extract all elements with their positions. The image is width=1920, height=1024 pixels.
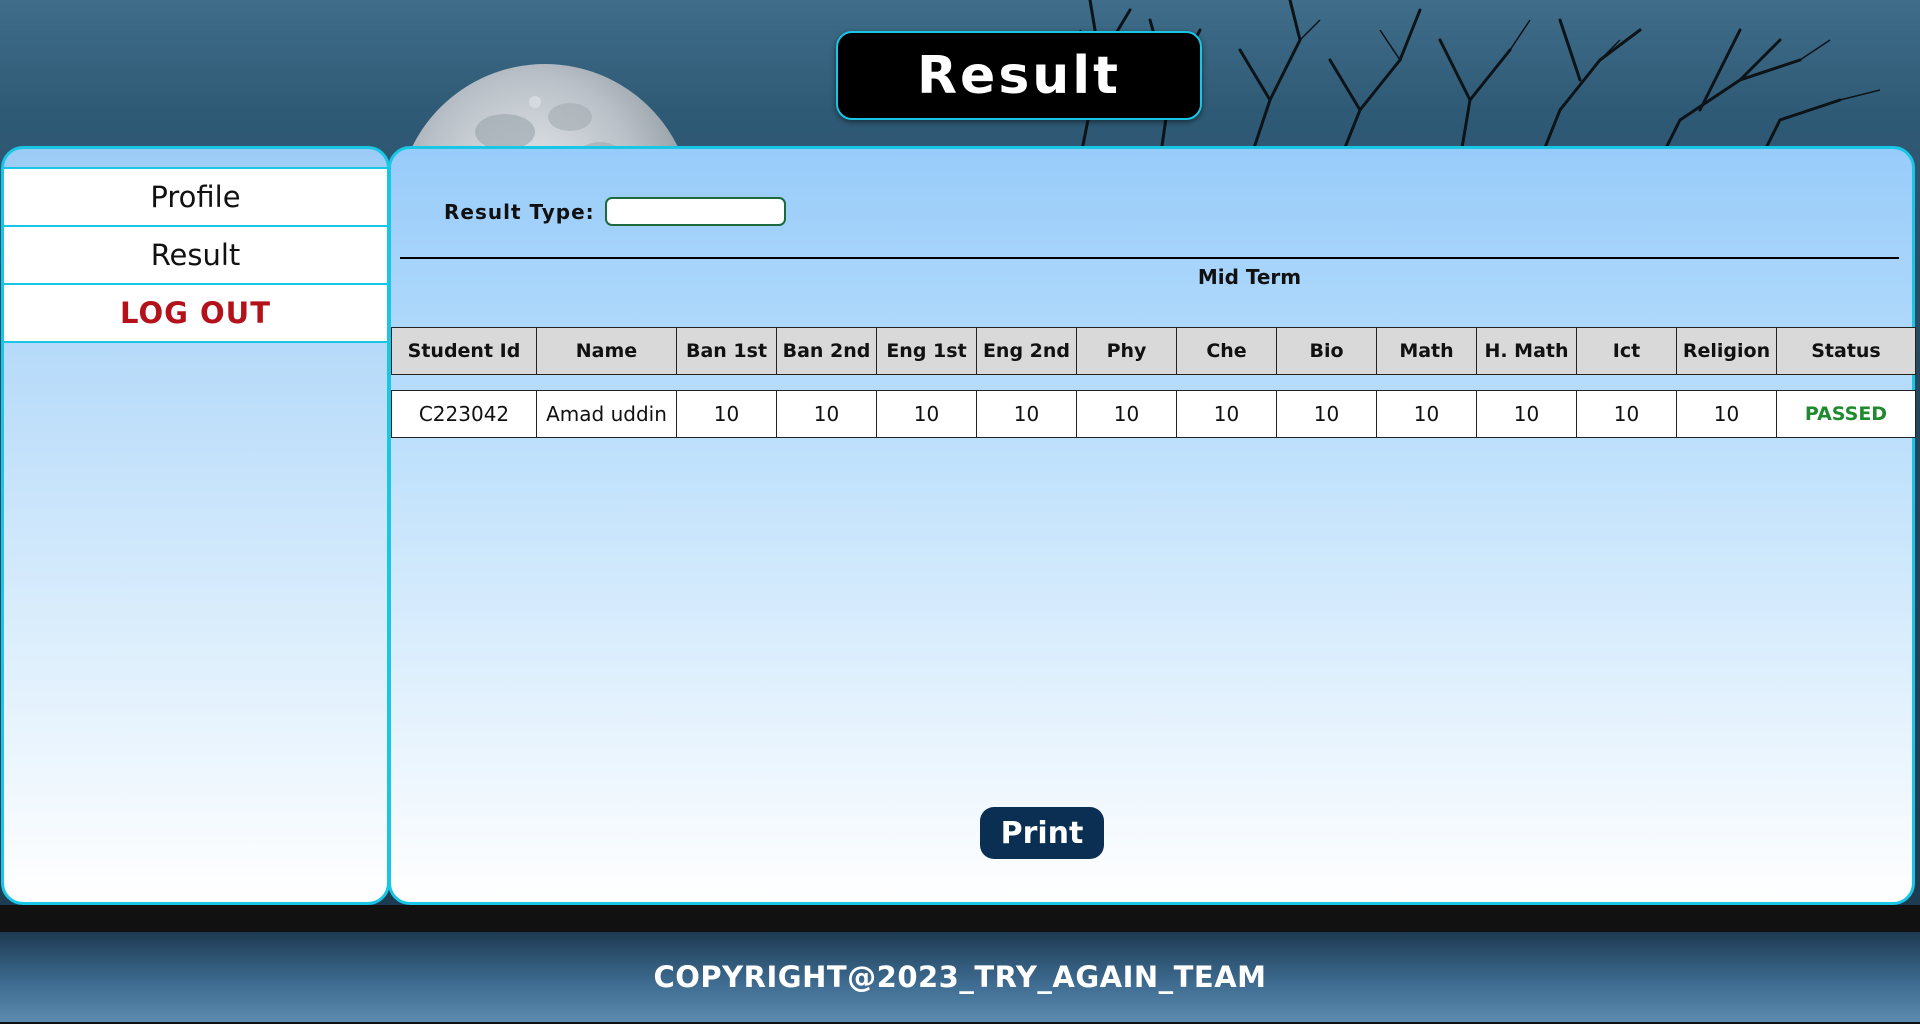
cell-ict: 10: [1576, 390, 1677, 438]
result-table-header: Student Id Name Ban 1st Ban 2nd Eng 1st …: [391, 327, 1916, 375]
section-title: Mid Term: [1197, 265, 1302, 289]
result-type-input[interactable]: [604, 197, 786, 226]
page-title: Result: [917, 45, 1121, 106]
column-header-student-id: Student Id: [391, 327, 537, 375]
column-header-name: Name: [536, 327, 677, 375]
print-button[interactable]: Print: [980, 807, 1104, 859]
column-header-h-math: H. Math: [1476, 327, 1577, 375]
cell-phy: 10: [1076, 390, 1177, 438]
cell-math: 10: [1376, 390, 1477, 438]
cell-bio: 10: [1276, 390, 1377, 438]
sidebar-item-logout[interactable]: LOG OUT: [4, 283, 387, 343]
column-header-eng-1st: Eng 1st: [876, 327, 977, 375]
header-row: Student Id Name Ban 1st Ban 2nd Eng 1st …: [391, 327, 1916, 375]
column-header-math: Math: [1376, 327, 1477, 375]
dark-band: [0, 905, 1920, 933]
column-header-ban-2nd: Ban 2nd: [776, 327, 877, 375]
cell-h-math: 10: [1476, 390, 1577, 438]
sidebar-item-result[interactable]: Result: [4, 225, 387, 283]
column-header-religion: Religion: [1676, 327, 1777, 375]
result-type-label: Result Type:: [444, 199, 595, 224]
cell-eng-2nd: 10: [976, 390, 1077, 438]
column-header-status: Status: [1776, 327, 1916, 375]
divider: [400, 257, 1899, 259]
cell-ban-1st: 10: [676, 390, 777, 438]
copyright-text: COPYRIGHT@2023_TRY_AGAIN_TEAM: [653, 960, 1267, 994]
column-header-phy: Phy: [1076, 327, 1177, 375]
result-type-field: Result Type:: [444, 197, 786, 226]
table-row: C223042 Amad uddin 10 10 10 10 10 10 10 …: [391, 390, 1916, 438]
page: Result Profile Result LOG OUT Result Typ…: [0, 0, 1920, 1024]
cell-status: PASSED: [1776, 390, 1916, 438]
column-header-che: Che: [1176, 327, 1277, 375]
cell-eng-1st: 10: [876, 390, 977, 438]
footer: COPYRIGHT@2023_TRY_AGAIN_TEAM: [0, 932, 1920, 1022]
column-header-ban-1st: Ban 1st: [676, 327, 777, 375]
main-panel: Result Type: Mid Term Student Id Name Ba…: [388, 146, 1916, 905]
result-table-body: C223042 Amad uddin 10 10 10 10 10 10 10 …: [391, 390, 1916, 438]
column-header-ict: Ict: [1576, 327, 1677, 375]
cell-name: Amad uddin: [536, 390, 677, 438]
sidebar-top-strip: [4, 149, 387, 167]
sidebar-item-profile[interactable]: Profile: [4, 167, 387, 225]
cell-religion: 10: [1676, 390, 1777, 438]
page-title-box: Result: [836, 31, 1202, 120]
sidebar: Profile Result LOG OUT: [1, 146, 390, 905]
column-header-eng-2nd: Eng 2nd: [976, 327, 1077, 375]
column-header-bio: Bio: [1276, 327, 1377, 375]
cell-ban-2nd: 10: [776, 390, 877, 438]
cell-student-id: C223042: [391, 390, 537, 438]
cell-che: 10: [1176, 390, 1277, 438]
